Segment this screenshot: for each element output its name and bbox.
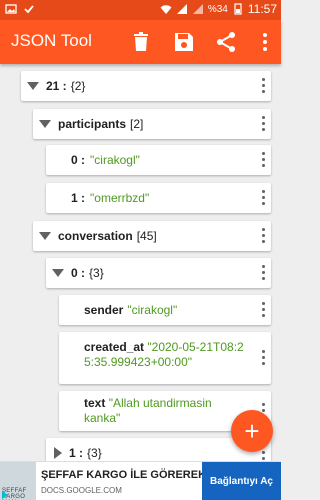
tree-node-root[interactable]: 21 : {2} xyxy=(21,71,271,101)
wifi-icon xyxy=(160,5,172,14)
node-count: [45] xyxy=(136,229,157,243)
status-bar: %34 11:57 xyxy=(0,0,281,20)
tree-node-created-at[interactable]: created_at "2020-05-21T08:25:35.999423+0… xyxy=(59,332,271,384)
tree-node-sender[interactable]: sender "cirakogl" xyxy=(59,295,271,325)
node-key: created_at xyxy=(84,340,145,354)
more-vert-icon[interactable] xyxy=(253,30,277,54)
play-icon xyxy=(2,491,8,499)
signal-icon xyxy=(176,4,187,14)
node-key: 1 : xyxy=(69,446,84,460)
node-key: participants xyxy=(58,117,127,131)
tree-node-participant-0[interactable]: 0 : "cirakogl" xyxy=(46,145,271,175)
tree-node-participants[interactable]: participants [2] xyxy=(33,109,271,139)
node-key: 21 : xyxy=(46,79,67,93)
collapsed-arrow-icon[interactable] xyxy=(54,447,62,459)
share-icon[interactable] xyxy=(214,30,238,54)
tree-node-participant-1[interactable]: 1 : "omerrbzd" xyxy=(46,183,271,213)
check-icon xyxy=(24,5,34,14)
plus-icon: + xyxy=(244,416,260,446)
expanded-arrow-icon[interactable] xyxy=(39,120,51,128)
battery-icon xyxy=(234,3,242,15)
app-bar: JSON Tool xyxy=(0,20,281,64)
node-count: [2] xyxy=(130,117,144,131)
ad-open-link-button[interactable]: Bağlantıyı Aç xyxy=(202,462,281,500)
node-content: text "Allah utandirmasin kanka" xyxy=(84,396,244,426)
more-vert-icon[interactable] xyxy=(261,228,265,244)
signal-icon xyxy=(192,4,203,14)
node-count: {2} xyxy=(70,79,86,93)
more-vert-icon[interactable] xyxy=(261,116,265,132)
more-vert-icon[interactable] xyxy=(261,265,265,281)
image-icon xyxy=(5,4,17,14)
node-content: created_at "2020-05-21T08:25:35.999423+0… xyxy=(84,340,244,370)
delete-icon[interactable] xyxy=(129,30,153,54)
node-value: "omerrbzd" xyxy=(90,191,150,205)
ad-title[interactable]: ŞEFFAF KARGO İLE GÖREREK... xyxy=(41,469,215,481)
more-vert-icon[interactable] xyxy=(261,302,265,318)
node-key: sender xyxy=(84,303,124,317)
more-vert-icon[interactable] xyxy=(261,350,265,366)
node-key: 0 : xyxy=(71,153,86,167)
tree-node-conversation[interactable]: conversation [45] xyxy=(33,221,271,251)
more-vert-icon[interactable] xyxy=(261,190,265,206)
battery-percent: %34 xyxy=(207,3,228,15)
node-count: {3} xyxy=(89,266,104,280)
node-value: "cirakogl" xyxy=(90,153,140,167)
app-title: JSON Tool xyxy=(11,31,92,50)
expanded-arrow-icon[interactable] xyxy=(52,269,64,277)
node-key: 1 : xyxy=(71,191,86,205)
clock: 11:57 xyxy=(247,2,277,16)
node-count: {3} xyxy=(87,446,102,460)
ad-url: DOCS.GOOGLE.COM xyxy=(41,486,122,495)
json-tree[interactable]: 21 : {2} participants [2] 0 : "cirakogl"… xyxy=(0,64,281,461)
save-icon[interactable] xyxy=(172,30,196,54)
ad-banner[interactable]: ŞEFFAF KARGO MAN ŞEFFAF KARGO İLE GÖRERE… xyxy=(0,461,281,500)
add-button[interactable]: + xyxy=(231,410,273,452)
tree-node-conversation-0[interactable]: 0 : {3} xyxy=(46,258,271,288)
node-value: "cirakogl" xyxy=(127,303,178,317)
more-vert-icon[interactable] xyxy=(261,78,265,94)
node-key: conversation xyxy=(58,229,133,243)
expanded-arrow-icon[interactable] xyxy=(39,232,51,240)
expanded-arrow-icon[interactable] xyxy=(27,82,39,90)
node-key: text xyxy=(84,396,106,410)
more-vert-icon[interactable] xyxy=(261,152,265,168)
node-key: 0 : xyxy=(71,266,86,280)
ad-thumbnail[interactable]: ŞEFFAF KARGO MAN xyxy=(0,462,36,500)
